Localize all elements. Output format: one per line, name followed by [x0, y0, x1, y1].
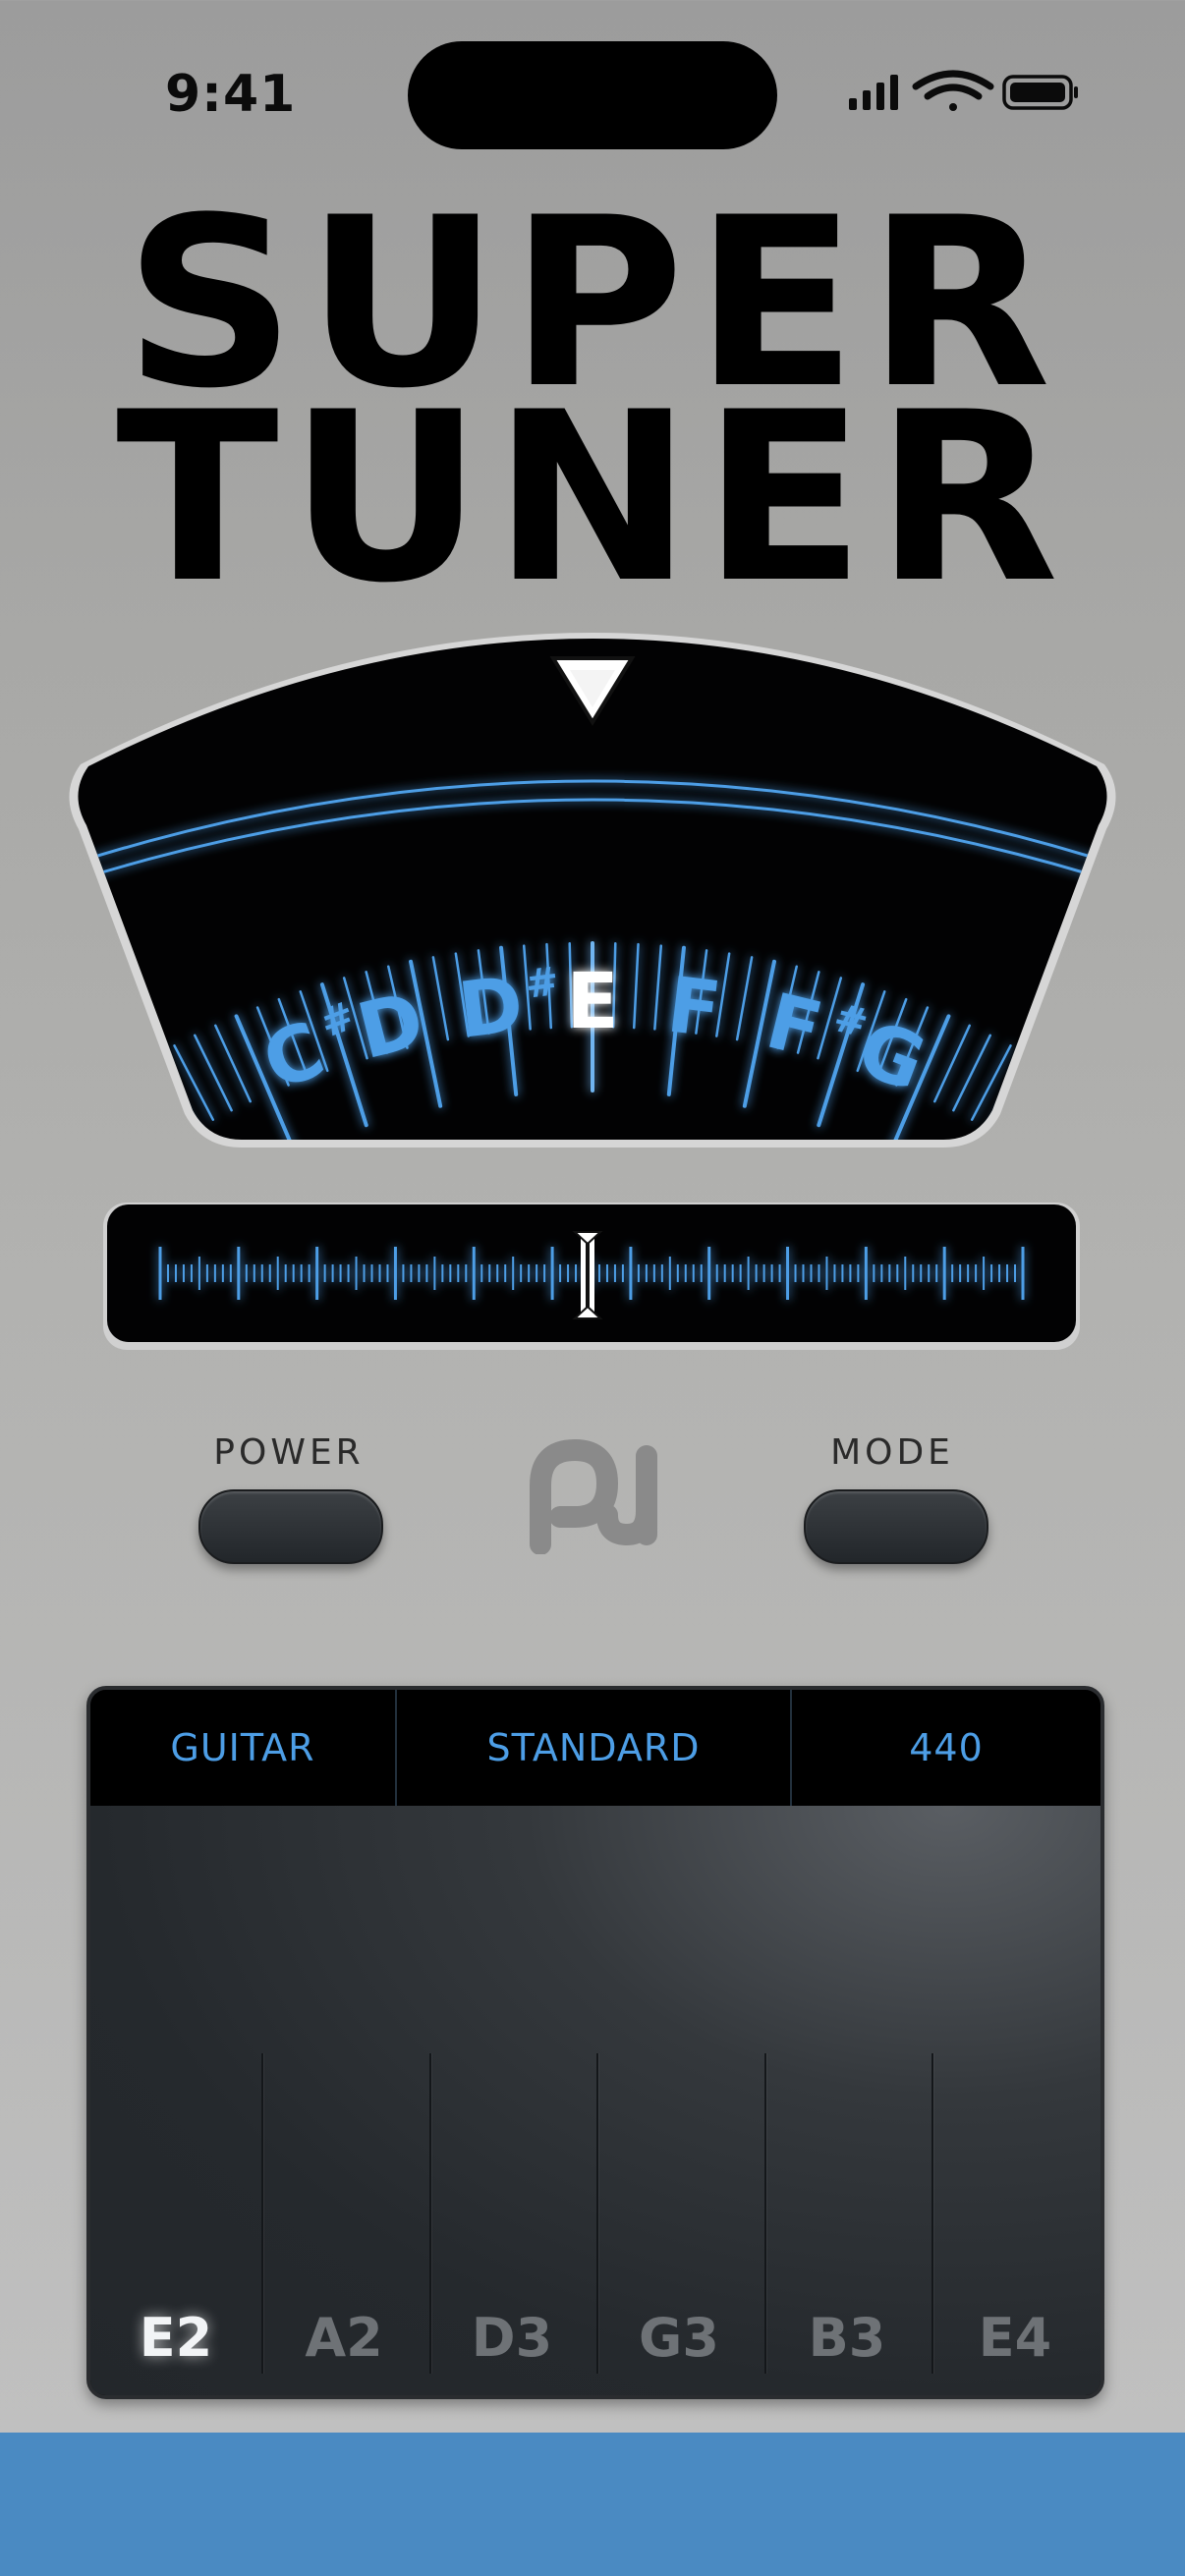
battery-icon	[1002, 75, 1078, 110]
power-button[interactable]	[198, 1489, 383, 1564]
meter-tick	[78, 1102, 163, 1140]
meter-tick	[1006, 1066, 1052, 1140]
string-button-a2[interactable]: A2	[260, 2307, 427, 2369]
tab-reference-pitch[interactable]: 440	[792, 1690, 1100, 1806]
svg-text:D: D	[454, 961, 528, 1056]
strings-area: E2 A2 D3 G3 B3 E4	[90, 1806, 1100, 2395]
string-button-e4[interactable]: E4	[931, 2307, 1099, 2369]
meter-tick	[93, 1091, 143, 1140]
string-button-b3[interactable]: B3	[763, 2307, 931, 2369]
meter-note-e: E	[566, 958, 618, 1046]
meter-tick	[1022, 1102, 1107, 1140]
signal-icon	[849, 75, 898, 110]
tab-tuning[interactable]: STANDARD	[397, 1690, 792, 1806]
pd-logo-icon	[530, 1438, 657, 1554]
meter-tick	[1024, 1078, 1072, 1140]
svg-text:F: F	[662, 961, 725, 1055]
wifi-icon	[912, 70, 994, 111]
tuning-tabs: GUITAR STANDARD 440	[90, 1690, 1100, 1806]
meter-tick	[1042, 1091, 1092, 1140]
meter-tick	[133, 1066, 179, 1140]
svg-text:E: E	[566, 958, 618, 1046]
string-button-d3[interactable]: D3	[428, 2307, 595, 2369]
mode-label: MODE	[830, 1432, 954, 1473]
tuning-panel: GUITAR STANDARD 440 E2 A2 D3 G3 B3 E4	[86, 1686, 1104, 2399]
status-time: 9:41	[165, 65, 297, 124]
string-button-e2[interactable]: E2	[92, 2307, 259, 2369]
status-icons	[849, 70, 1078, 111]
bottom-bar	[0, 2433, 1185, 2576]
tuner-meter: C#D D# E F F #G	[69, 633, 1116, 1148]
svg-text:#: #	[523, 959, 561, 1008]
app-title-line-2: TUNER	[116, 363, 1069, 635]
meter-note-f: F	[662, 961, 725, 1055]
string-button-g3[interactable]: G3	[595, 2307, 762, 2369]
meter-tick	[113, 1078, 161, 1140]
mode-button[interactable]	[804, 1489, 988, 1564]
power-label: POWER	[213, 1432, 365, 1473]
tab-instrument[interactable]: GUITAR	[90, 1690, 397, 1806]
status-bar: 9:41	[0, 0, 1185, 196]
fine-tune-strip	[103, 1203, 1080, 1350]
dynamic-island	[408, 41, 777, 149]
